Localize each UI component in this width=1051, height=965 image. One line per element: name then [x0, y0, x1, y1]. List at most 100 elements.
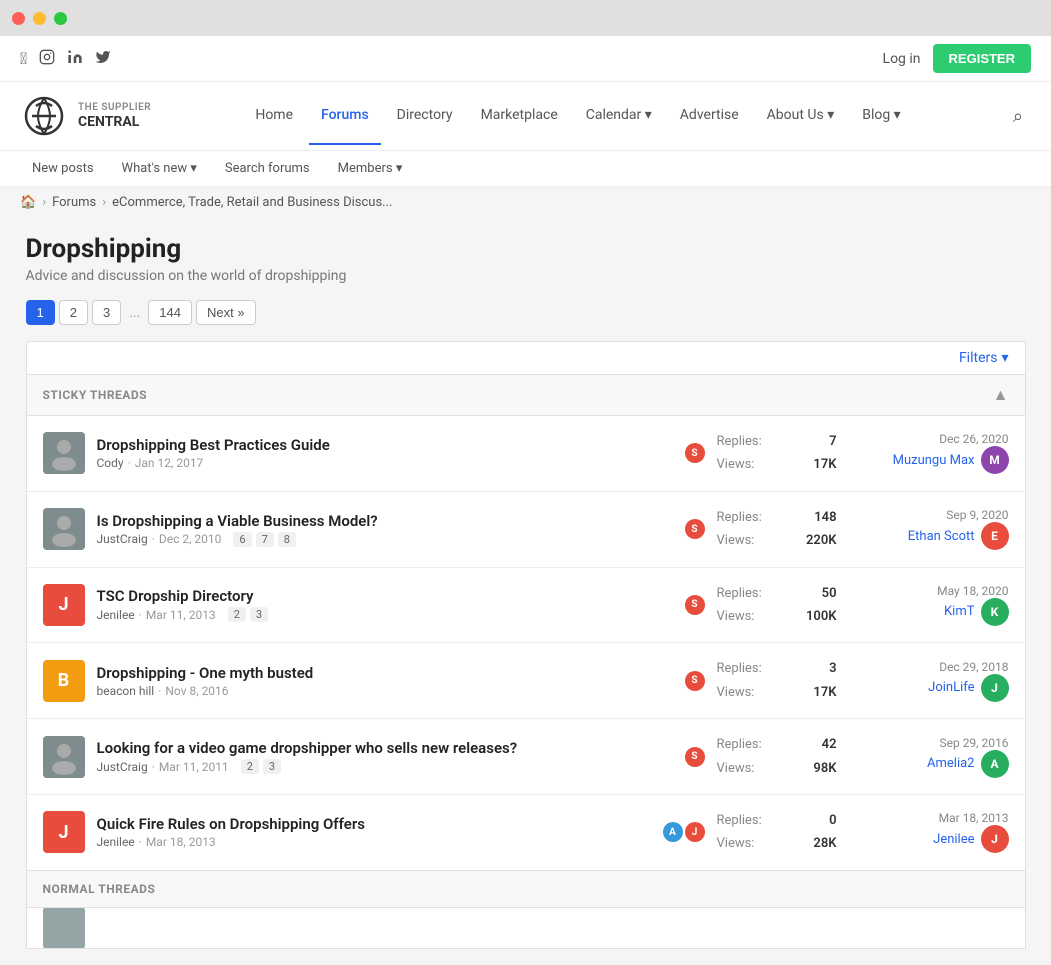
sticky-threads-section: STICKY THREADS ▲ Dropshipping Best Pract…: [26, 375, 1026, 871]
nav-marketplace[interactable]: Marketplace: [469, 87, 570, 145]
last-user[interactable]: Ethan Scott E: [849, 522, 1009, 550]
thread-title[interactable]: Looking for a video game dropshipper who…: [97, 739, 518, 757]
last-user-avatar: J: [981, 825, 1009, 853]
sub-nav-search-forums[interactable]: Search forums: [213, 151, 322, 186]
thread-title[interactable]: Is Dropshipping a Viable Business Model?: [97, 512, 378, 530]
nav-directory[interactable]: Directory: [385, 87, 465, 145]
page-btn-1[interactable]: 1: [26, 300, 55, 325]
breadcrumb-home[interactable]: 🏠: [20, 195, 36, 210]
sticky-section-title: STICKY THREADS: [43, 388, 148, 402]
collapse-sticky-btn[interactable]: ▲: [993, 385, 1009, 405]
thread-meta: JustCraig · Dec 2, 2010 6 7 8: [97, 532, 673, 547]
table-row: Looking for a video game dropshipper who…: [27, 719, 1025, 795]
nav-blog[interactable]: Blog ▾: [850, 87, 912, 145]
thread-pages: 6 7 8: [233, 532, 296, 547]
thread-title[interactable]: Quick Fire Rules on Dropshipping Offers: [97, 815, 365, 833]
thread-stats: Replies: 0 Views: 28K: [717, 809, 837, 856]
nav-forums[interactable]: Forums: [309, 87, 381, 145]
thread-main: Dropshipping - One myth busted beacon hi…: [97, 664, 673, 698]
avatar: [43, 508, 85, 550]
thread-author[interactable]: Jenilee: [97, 608, 135, 622]
instagram-icon[interactable]: [39, 49, 55, 69]
thread-meta: beacon hill · Nov 8, 2016: [97, 684, 673, 698]
thread-page-tag[interactable]: 3: [263, 759, 281, 774]
facebook-icon[interactable]: : [20, 49, 27, 69]
thread-page-tag[interactable]: 2: [241, 759, 259, 774]
page-btn-2[interactable]: 2: [59, 300, 88, 325]
nav-advertise[interactable]: Advertise: [668, 87, 751, 145]
linkedin-icon[interactable]: [67, 49, 83, 69]
page-title: Dropshipping: [26, 234, 1026, 264]
page-dots: ...: [125, 301, 144, 325]
sub-nav-members[interactable]: Members ▾: [326, 151, 415, 186]
thread-author[interactable]: JustCraig: [97, 532, 148, 546]
last-user[interactable]: JoinLife J: [849, 674, 1009, 702]
last-user[interactable]: KimT K: [849, 598, 1009, 626]
thread-author[interactable]: beacon hill: [97, 684, 155, 698]
breadcrumb: 🏠 › Forums › eCommerce, Trade, Retail an…: [0, 187, 1051, 218]
thread-views: Views: 28K: [717, 832, 837, 855]
mac-maximize-btn[interactable]: [54, 12, 67, 25]
last-user-name: Muzungu Max: [893, 453, 975, 468]
sticky-section-header: STICKY THREADS ▲: [27, 375, 1025, 416]
thread-meta: JustCraig · Mar 11, 2011 2 3: [97, 759, 673, 774]
last-date: Sep 9, 2020: [849, 508, 1009, 522]
thread-meta: Jenilee · Mar 11, 2013 2 3: [97, 607, 673, 622]
sticky-badge: S: [685, 443, 705, 463]
sticky-badge-2: J: [685, 822, 705, 842]
last-user[interactable]: Jenilee J: [849, 825, 1009, 853]
thread-main: Quick Fire Rules on Dropshipping Offers …: [97, 815, 651, 849]
thread-title[interactable]: TSC Dropship Directory: [97, 587, 254, 605]
table-row: Dropshipping Best Practices Guide Cody ·…: [27, 416, 1025, 492]
nav-calendar[interactable]: Calendar ▾: [574, 87, 664, 145]
table-row: B Dropshipping - One myth busted beacon …: [27, 643, 1025, 719]
page-subtitle: Advice and discussion on the world of dr…: [26, 268, 1026, 284]
thread-author[interactable]: JustCraig: [97, 760, 148, 774]
thread-main: Dropshipping Best Practices Guide Cody ·…: [97, 436, 673, 470]
thread-page-tag[interactable]: 2: [228, 607, 246, 622]
filters-button[interactable]: Filters ▾: [959, 350, 1009, 366]
thread-page-tag[interactable]: 7: [256, 532, 274, 547]
nav-home[interactable]: Home: [243, 87, 305, 145]
last-user-avatar: K: [981, 598, 1009, 626]
thread-pages: 2 3: [241, 759, 281, 774]
avatar: [43, 432, 85, 474]
thread-date: Dec 2, 2010: [159, 532, 222, 546]
thread-author[interactable]: Jenilee: [97, 835, 135, 849]
thread-page-tag[interactable]: 8: [278, 532, 296, 547]
last-date: Dec 26, 2020: [849, 432, 1009, 446]
last-user-avatar: J: [981, 674, 1009, 702]
thread-author[interactable]: Cody: [97, 456, 124, 470]
breadcrumb-category[interactable]: eCommerce, Trade, Retail and Business Di…: [112, 195, 392, 210]
last-date: May 18, 2020: [849, 584, 1009, 598]
breadcrumb-forums[interactable]: Forums: [52, 195, 96, 210]
last-user-name: Ethan Scott: [908, 529, 975, 544]
mac-titlebar: [0, 0, 1051, 36]
login-link[interactable]: Log in: [883, 51, 921, 67]
mac-minimize-btn[interactable]: [33, 12, 46, 25]
last-user-name: KimT: [944, 604, 974, 619]
mac-close-btn[interactable]: [12, 12, 25, 25]
register-button[interactable]: REGISTER: [933, 44, 1031, 73]
sub-nav-whats-new[interactable]: What's new ▾: [110, 151, 209, 186]
thread-date: Mar 11, 2013: [146, 608, 216, 622]
last-user[interactable]: Amelia2 A: [849, 750, 1009, 778]
search-icon[interactable]: ⌕: [1005, 98, 1031, 135]
thread-page-tag[interactable]: 6: [233, 532, 251, 547]
sub-nav-new-posts[interactable]: New posts: [20, 151, 106, 186]
last-user-avatar: A: [981, 750, 1009, 778]
thread-page-tag[interactable]: 3: [250, 607, 268, 622]
logo-bottom: CENTRAL: [78, 114, 151, 131]
thread-last-activity: Mar 18, 2013 Jenilee J: [849, 811, 1009, 853]
thread-views: Views: 100K: [717, 605, 837, 628]
last-user[interactable]: Muzungu Max M: [849, 446, 1009, 474]
normal-threads-section: NORMAL THREADS: [26, 871, 1026, 949]
page-btn-144[interactable]: 144: [148, 300, 192, 325]
page-btn-3[interactable]: 3: [92, 300, 121, 325]
nav-about[interactable]: About Us ▾: [755, 87, 847, 145]
twitter-icon[interactable]: [95, 49, 111, 69]
page-next-btn[interactable]: Next »: [196, 300, 256, 325]
social-bar:  Log in REGISTER: [0, 36, 1051, 82]
thread-title[interactable]: Dropshipping - One myth busted: [97, 664, 314, 682]
thread-title[interactable]: Dropshipping Best Practices Guide: [97, 436, 330, 454]
